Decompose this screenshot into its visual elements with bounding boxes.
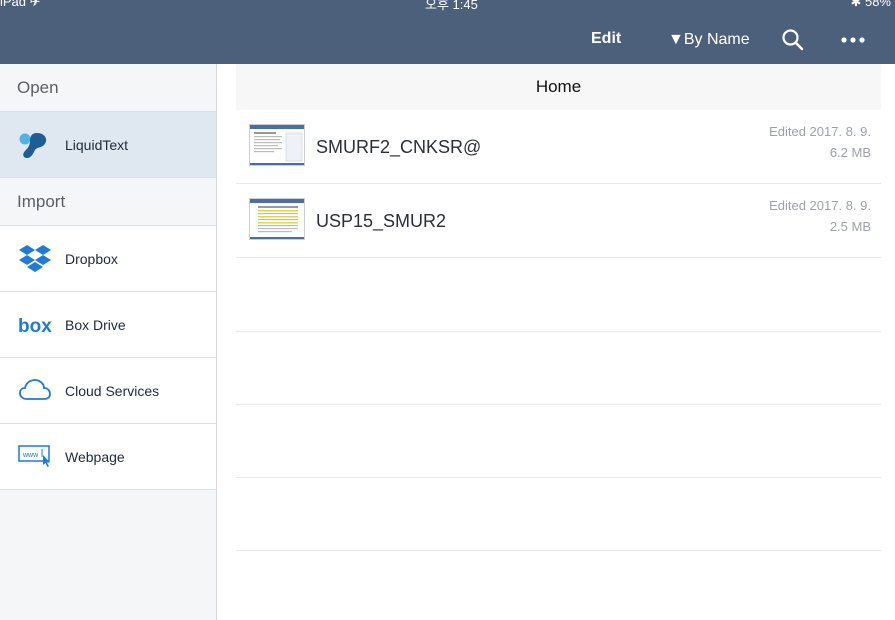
sidebar-item-label: LiquidText [65,137,129,153]
sidebar-item-label: Dropbox [65,251,118,267]
sort-by-name-button[interactable]: ▼By Name [668,31,750,49]
status-device: iPad ✈ [0,0,41,9]
sidebar-item-webpage[interactable]: www Webpage [0,424,216,490]
empty-row [236,478,881,551]
empty-row [236,405,881,478]
search-icon [782,29,804,51]
status-time: 오후 1:45 [425,0,478,12]
edit-button[interactable]: Edit [591,30,621,48]
document-size: 2.5 MB [829,219,871,234]
dropbox-icon [18,244,52,274]
liquidtext-icon [18,130,52,160]
more-icon [841,37,865,43]
document-row[interactable]: SMURF2_CNKSR@ Edited 2017. 8. 9. 6.2 MB [236,111,881,184]
sidebar-item-label: Cloud Services [65,383,160,399]
webpage-icon: www [18,442,52,472]
import-section-header: Import [17,192,66,211]
svg-text:www: www [22,452,39,459]
document-edited-date: Edited 2017. 8. 9. [769,198,871,213]
more-button[interactable] [838,28,868,52]
document-thumbnail [249,198,305,240]
document-size: 6.2 MB [829,145,871,160]
document-edited-date: Edited 2017. 8. 9. [769,124,871,139]
cloud-icon [18,376,52,406]
svg-text:box: box [18,316,52,337]
status-battery: ✱ 58% [850,0,891,9]
page-title: Home [236,64,881,110]
top-toolbar: iPad ✈ 오후 1:45 ✱ 58% Edit ▼By Name [0,0,895,64]
box-icon: box [18,310,52,340]
sidebar-item-label: Webpage [65,449,125,465]
sidebar: Open LiquidText Import Dropbox box Box D… [0,64,217,620]
document-thumbnail [249,124,305,166]
sidebar-item-dropbox[interactable]: Dropbox [0,226,216,292]
sidebar-item-box-drive[interactable]: box Box Drive [0,292,216,358]
empty-row [236,332,881,405]
sidebar-item-label: Box Drive [65,317,126,333]
empty-row [236,259,881,332]
search-button[interactable] [781,28,805,52]
document-row[interactable]: USP15_SMUR2 Edited 2017. 8. 9. 2.5 MB [236,185,881,258]
document-name: USP15_SMUR2 [316,211,447,231]
sidebar-item-cloud-services[interactable]: Cloud Services [0,358,216,424]
main-panel: Home SMURF2_CNKSR@ Edited 2017. 8. 9. 6.… [236,64,881,620]
document-name: SMURF2_CNKSR@ [316,137,482,157]
sidebar-item-liquidtext[interactable]: LiquidText [0,112,216,178]
open-section-header: Open [17,78,59,97]
